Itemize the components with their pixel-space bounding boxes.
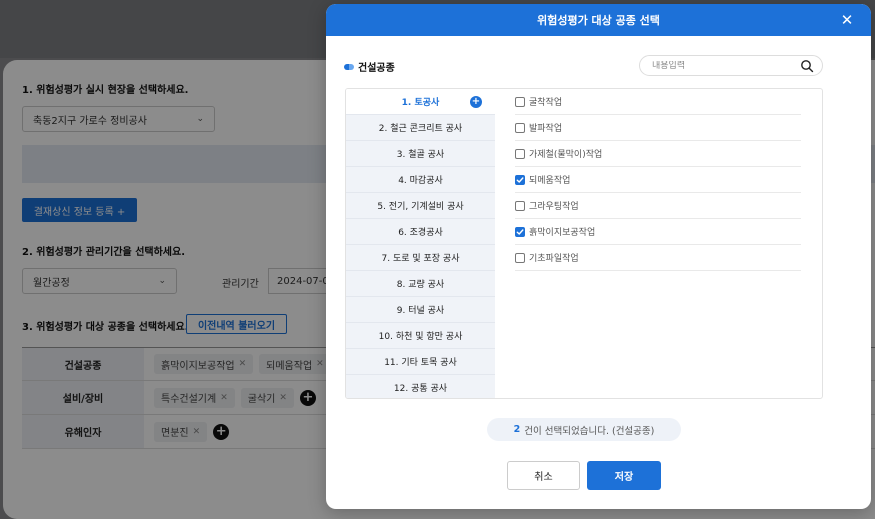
modal-title: 위험성평가 대상 공종 선택 [537,14,660,27]
save-button[interactable]: 저장 [587,461,661,490]
category-label: 7. 도로 및 포장 공사 [381,254,460,264]
checkbox-icon[interactable] [515,200,525,211]
work-item[interactable]: 발파작업 [515,115,801,141]
category-label: 8. 교량 공사 [396,280,445,290]
category-label: 9. 터널 공사 [396,306,445,316]
summary-text: 건이 선택되었습니다. (건설공종) [524,425,655,437]
work-item-label: 흙막이지보공작업 [529,228,596,238]
category-label: 3. 철골 공사 [396,150,445,160]
category-item[interactable]: 8. 교량 공사 [346,271,495,297]
category-label: 1. 토공사 [401,98,440,108]
close-icon[interactable]: ✕ [837,10,857,30]
category-item[interactable]: 10. 하천 및 항만 공사 [346,323,495,349]
category-label: 10. 하천 및 항만 공사 [378,332,463,342]
category-list: 1. 토공사 +2. 철근 콘크리트 공사 3. 철골 공사 4. 마감공사 5. 전기… [346,89,495,398]
work-item[interactable]: 가제철(물막이)작업 [515,141,801,167]
section-header: 건설공종 [344,59,395,74]
category-item[interactable]: 4. 마감공사 [346,167,495,193]
checkbox-checked-icon[interactable] [515,174,525,185]
category-item[interactable]: 12. 공통 공사 [346,375,495,398]
category-label: 2. 철근 콘크리트 공사 [378,124,463,134]
modal-header: 위험성평가 대상 공종 선택 ✕ [326,4,871,36]
checkbox-icon[interactable] [515,148,525,159]
selection-summary: 2 건이 선택되었습니다. (건설공종) [487,418,681,441]
work-item[interactable]: 흙막이지보공작업 [515,219,801,245]
category-item[interactable]: 1. 토공사 + [346,89,495,115]
category-label: 11. 기타 토목 공사 [384,358,457,368]
work-type-modal: 위험성평가 대상 공종 선택 ✕ 건설공종 1. 토공사 +2. 철근 콘크리트 … [326,4,871,509]
category-item[interactable]: 9. 터널 공사 [346,297,495,323]
work-item[interactable]: 되메움작업 [515,167,801,193]
work-item-label: 굴착작업 [529,98,563,108]
work-item[interactable]: 굴착작업 [515,89,801,115]
category-label: 12. 공통 공사 [393,384,448,394]
work-item[interactable]: 그라우팅작업 [515,193,801,219]
work-item-label: 발파작업 [529,124,563,134]
search-box [639,55,823,76]
category-item[interactable]: 6. 조경공사 [346,219,495,245]
work-item-list: 굴착작업발파작업가제철(물막이)작업되메움작업그라우팅작업흙막이지보공작업기초파… [495,89,822,398]
section-label: 건설공종 [358,63,395,74]
search-icon[interactable] [800,59,814,73]
category-item[interactable]: 2. 철근 콘크리트 공사 [346,115,495,141]
selection-panel: 1. 토공사 +2. 철근 콘크리트 공사 3. 철골 공사 4. 마감공사 5. 전기… [345,88,823,399]
work-item-label: 되메움작업 [529,176,571,186]
category-item[interactable]: 3. 철골 공사 [346,141,495,167]
search-input[interactable] [652,60,800,71]
work-item[interactable]: 기초파일작업 [515,245,801,271]
work-item-label: 그라우팅작업 [529,202,579,212]
category-item[interactable]: 7. 도로 및 포장 공사 [346,245,495,271]
pill-icon [344,63,354,70]
checkbox-icon[interactable] [515,252,525,263]
category-item[interactable]: 11. 기타 토목 공사 [346,349,495,375]
summary-count: 2 [513,424,521,435]
cancel-button[interactable]: 취소 [507,461,580,490]
work-item-label: 가제철(물막이)작업 [529,150,603,160]
category-label: 5. 전기, 기계설비 공사 [377,202,464,212]
add-icon[interactable]: + [470,96,482,108]
category-label: 4. 마감공사 [398,176,443,186]
category-item[interactable]: 5. 전기, 기계설비 공사 [346,193,495,219]
checkbox-checked-icon[interactable] [515,226,525,237]
checkbox-icon[interactable] [515,96,525,107]
work-item-label: 기초파일작업 [529,254,579,264]
checkbox-icon[interactable] [515,122,525,133]
category-label: 6. 조경공사 [398,228,443,238]
